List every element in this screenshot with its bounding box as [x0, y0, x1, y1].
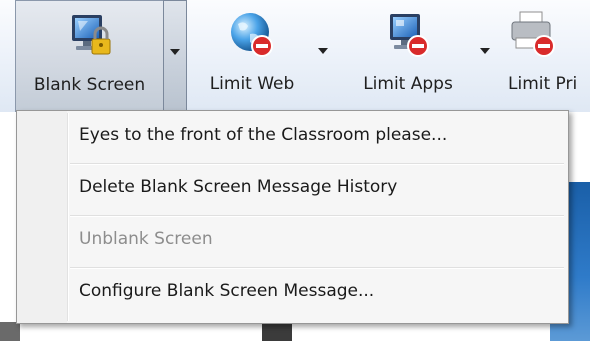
limit-apps-dropdown-toggle[interactable]: [474, 0, 496, 112]
globe-blocked-icon: [220, 8, 284, 68]
limit-web-label: Limit Web: [209, 74, 295, 94]
chevron-down-icon: [480, 48, 490, 54]
limit-print-split-button: Limit Pri: [500, 0, 590, 112]
chevron-down-icon: [318, 48, 328, 54]
blank-screen-dropdown-menu: Eyes to the front of the Classroom pleas…: [16, 110, 569, 324]
chevron-down-icon: [170, 49, 180, 55]
monitor-lock-icon: [58, 9, 122, 69]
limit-apps-label: Limit Apps: [363, 74, 453, 94]
blank-screen-label: Blank Screen: [33, 75, 146, 95]
limit-web-button[interactable]: Limit Web: [196, 0, 308, 112]
blank-screen-button[interactable]: Blank Screen: [15, 0, 163, 112]
menu-item-label: Delete Blank Screen Message History: [79, 177, 398, 197]
menu-item-label: Configure Blank Screen Message...: [79, 281, 375, 301]
menu-item-configure-message[interactable]: Configure Blank Screen Message...: [19, 269, 566, 317]
menu-item-unblank-screen: Unblank Screen: [19, 217, 566, 265]
limit-print-label: Limit Pri: [508, 74, 578, 94]
menu-item-delete-history[interactable]: Delete Blank Screen Message History: [19, 165, 566, 213]
limit-apps-button[interactable]: Limit Apps: [346, 0, 470, 112]
apps-blocked-icon: [376, 8, 440, 68]
limit-web-dropdown-toggle[interactable]: [312, 0, 334, 112]
limit-apps-split-button: Limit Apps: [346, 0, 496, 112]
taskbar-fragment-left: [0, 322, 20, 341]
blank-screen-dropdown-toggle[interactable]: [163, 0, 187, 112]
blank-screen-split-button: Blank Screen: [15, 0, 187, 112]
limit-print-button[interactable]: Limit Pri: [500, 0, 590, 112]
menu-item-label: Unblank Screen: [79, 229, 213, 249]
limit-web-split-button: Limit Web: [196, 0, 338, 112]
menu-item-eyes-to-front[interactable]: Eyes to the front of the Classroom pleas…: [19, 113, 566, 161]
printer-blocked-icon: [500, 8, 564, 68]
toolbar: Blank Screen Limit Web Limit Apps Limit …: [0, 0, 590, 113]
menu-item-label: Eyes to the front of the Classroom pleas…: [79, 125, 448, 145]
